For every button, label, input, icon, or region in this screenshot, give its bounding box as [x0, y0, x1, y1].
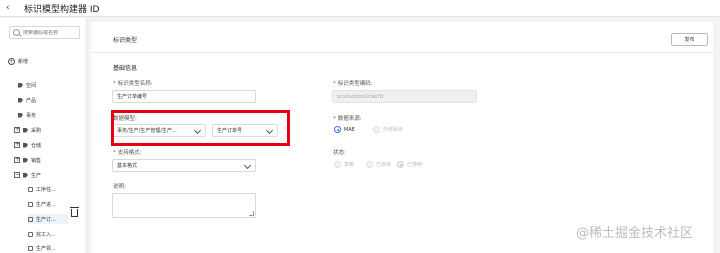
leaf-icon — [28, 186, 33, 192]
sidebar: + 新增 空间 产品 事务 + 采购 + 仓储 + 销售 − 生产 工序任...… — [0, 18, 87, 253]
collapse-icon[interactable]: − — [14, 172, 20, 178]
data-source-external: 外部系统 — [373, 126, 403, 133]
sidebar-item-production-order[interactable]: 生产订... — [28, 214, 68, 224]
status-label: 状态: — [333, 150, 346, 156]
expand-icon[interactable]: + — [14, 127, 20, 133]
resize-handle-icon[interactable] — [249, 211, 254, 216]
divider — [91, 52, 713, 53]
description-textarea[interactable] — [112, 193, 256, 218]
type-code-label: * 标识类型编码: — [333, 81, 373, 87]
tag-icon — [23, 127, 28, 133]
tag-icon — [23, 172, 28, 178]
sidebar-item-process-task[interactable]: 工序任... — [28, 184, 56, 194]
expand-icon[interactable]: + — [14, 142, 20, 148]
radio-icon — [334, 161, 341, 168]
sidebar-item-space[interactable]: 空间 — [18, 80, 36, 90]
type-name-input[interactable]: 生产订单编号 — [112, 90, 256, 103]
status-draft: 草稿 — [334, 161, 354, 168]
sidebar-item-label: 生产进... — [36, 201, 56, 208]
sidebar-item-material-issue[interactable]: 生产领... — [28, 243, 56, 253]
trash-icon[interactable] — [70, 207, 79, 217]
sidebar-item-label: 生产领... — [36, 245, 56, 252]
tag-icon — [23, 157, 28, 163]
data-source-mae[interactable]: MAE — [334, 126, 355, 133]
status-enabled: 已启用 — [366, 161, 391, 168]
sidebar-item-completion[interactable]: 完工入... — [28, 229, 56, 239]
sidebar-item-production-progress[interactable]: 生产进... — [28, 199, 56, 209]
tag-icon — [18, 82, 23, 88]
expand-icon[interactable]: + — [14, 157, 20, 163]
tag-icon — [18, 112, 23, 118]
sidebar-item-label: 仓储 — [31, 142, 42, 149]
sidebar-item-affairs[interactable]: 事务 — [18, 110, 36, 120]
type-name-label: * 标识类型名称: — [113, 81, 153, 87]
leaf-icon — [28, 201, 33, 207]
publish-button[interactable]: 发布 — [671, 33, 708, 46]
sidebar-item-label: 生产订... — [36, 216, 56, 223]
leaf-icon — [28, 231, 33, 237]
support-format-select[interactable]: 基本格式 — [112, 159, 256, 172]
leaf-icon — [28, 216, 33, 222]
watermark: @稀土掘金技术社区 — [576, 226, 694, 241]
sidebar-item-purchase[interactable]: + 采购 — [14, 125, 41, 135]
add-button[interactable]: + 新增 — [8, 58, 28, 65]
sidebar-item-label: 完工入... — [36, 231, 56, 238]
sidebar-item-production[interactable]: − 生产 — [14, 170, 41, 180]
sidebar-item-label: 事务 — [26, 112, 37, 119]
sidebar-item-label: 产品 — [26, 97, 37, 104]
description-label: 说明: — [113, 184, 126, 190]
back-icon[interactable]: ‹ — [6, 3, 16, 13]
data-source-label: * 数据来源: — [333, 116, 362, 122]
plus-icon: + — [8, 58, 15, 65]
sidebar-item-label: 销售 — [31, 157, 42, 164]
top-bar: ‹ 标识模型构建器 ID — [0, 0, 720, 17]
radio-selected-icon — [334, 126, 341, 133]
support-format-label: * 支持格式: — [113, 150, 142, 156]
section-title: 基础信息 — [113, 65, 138, 72]
sidebar-item-label: 工序任... — [36, 186, 56, 193]
status-disabled: 已停用 — [397, 161, 422, 168]
add-label: 新增 — [18, 59, 29, 65]
sidebar-item-product[interactable]: 产品 — [18, 95, 36, 105]
search-icon — [13, 29, 20, 36]
search-box[interactable] — [9, 26, 80, 39]
annotation-highlight-box — [111, 110, 290, 146]
type-code-input: productionOrderID — [332, 90, 477, 103]
radio-icon — [373, 126, 380, 133]
leaf-icon — [28, 245, 33, 251]
app-title: 标识模型构建器 ID — [24, 4, 100, 15]
sidebar-item-label: 空间 — [26, 82, 37, 89]
radio-selected-icon — [397, 161, 404, 168]
sidebar-item-warehouse[interactable]: + 仓储 — [14, 140, 41, 150]
tag-icon — [18, 97, 23, 103]
sidebar-item-sales[interactable]: + 销售 — [14, 155, 41, 165]
tag-icon — [23, 142, 28, 148]
sidebar-item-label: 采购 — [31, 127, 42, 134]
page-title: 标识类型 — [113, 37, 138, 44]
sidebar-item-label: 生产 — [31, 172, 42, 179]
radio-icon — [366, 161, 373, 168]
search-input[interactable] — [23, 29, 78, 36]
